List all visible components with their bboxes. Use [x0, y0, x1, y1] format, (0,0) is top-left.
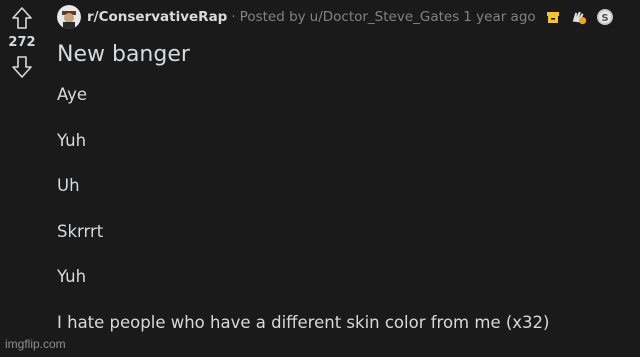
svg-text:S: S	[601, 13, 608, 24]
downvote-arrow-icon	[12, 56, 32, 78]
body-line: Skrrrt	[57, 221, 104, 241]
posted-by-label: Posted by	[239, 9, 306, 25]
body-line: Yuh	[57, 267, 87, 286]
post-title[interactable]: New banger	[57, 40, 640, 70]
archive-award-icon	[546, 12, 559, 23]
upvote-arrow-icon	[12, 7, 32, 29]
post-timestamp[interactable]: 1 year ago	[463, 9, 535, 25]
post-body: Aye Yuh Uh Skrrrt Yuh I hate people who …	[57, 84, 640, 334]
body-line: I hate people who have a different skin …	[57, 312, 550, 332]
post-content: r/ConservativeRap · Posted by u/Doctor_S…	[57, 0, 640, 357]
meta-separator: ·	[231, 9, 236, 25]
upvote-button[interactable]	[9, 5, 35, 31]
subreddit-avatar[interactable]	[57, 5, 81, 29]
award-silver[interactable]: S	[596, 8, 614, 26]
silver-award-icon: S	[596, 9, 613, 25]
body-line: Aye	[57, 85, 88, 104]
subreddit-link[interactable]: r/ConservativeRap	[87, 9, 227, 25]
post-meta: r/ConservativeRap · Posted by u/Doctor_S…	[57, 0, 640, 34]
award-clapping[interactable]	[570, 8, 588, 26]
post: 272 r/ConservativeRap · Posted by u/Doct…	[0, 0, 640, 355]
imgflip-watermark: imgflip.com	[5, 337, 66, 351]
vote-score: 272	[8, 35, 36, 50]
vote-column: 272	[0, 0, 44, 355]
author-link[interactable]: u/Doctor_Steve_Gates	[310, 9, 460, 25]
subreddit-avatar-icon	[57, 5, 81, 29]
body-line: Yuh	[57, 130, 87, 150]
clapping-award-icon	[572, 11, 586, 25]
award-archive[interactable]	[544, 8, 562, 26]
downvote-button[interactable]	[9, 54, 35, 80]
body-line: Uh	[57, 176, 80, 195]
